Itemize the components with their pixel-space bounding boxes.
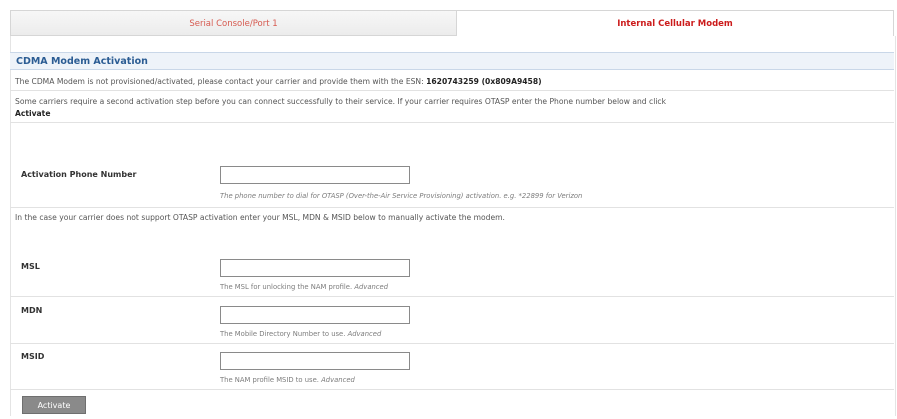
divider <box>10 389 894 390</box>
activate-button[interactable]: Activate <box>22 396 86 414</box>
manual-activation-note: In the case your carrier does not suppor… <box>15 213 505 222</box>
second-step-text: Some carriers require a second activatio… <box>15 97 666 106</box>
divider <box>10 122 894 123</box>
divider <box>10 90 894 91</box>
msl-help: The MSL for unlocking the NAM profile. A… <box>220 283 389 291</box>
activation-phone-input[interactable] <box>220 166 410 184</box>
divider <box>10 343 894 344</box>
tab-bar: Serial Console/Port 1 Internal Cellular … <box>10 10 894 36</box>
mdn-input[interactable] <box>220 306 410 324</box>
intro-message: The CDMA Modem is not provisioned/activa… <box>15 77 424 86</box>
divider <box>10 296 894 297</box>
tab-serial-console-port-1[interactable]: Serial Console/Port 1 <box>10 10 456 36</box>
msid-help: The NAM profile MSID to use. Advanced <box>220 376 355 384</box>
activate-emphasis: Activate <box>15 109 51 118</box>
section-title: CDMA Modem Activation <box>10 52 894 70</box>
content-panel <box>10 36 896 416</box>
mdn-advanced: Advanced <box>347 330 382 338</box>
msid-advanced: Advanced <box>321 376 355 384</box>
msid-input[interactable] <box>220 352 410 370</box>
activation-phone-label: Activation Phone Number <box>21 170 137 179</box>
second-step-action: Activate <box>15 109 50 118</box>
mdn-label: MDN <box>21 306 43 315</box>
msl-advanced: Advanced <box>354 283 389 291</box>
tab-internal-cellular-modem[interactable]: Internal Cellular Modem <box>456 10 894 36</box>
esn-value: 1620743259 (0x809A9458) <box>426 77 542 86</box>
msl-input[interactable] <box>220 259 410 277</box>
divider <box>10 207 894 208</box>
msid-label: MSID <box>21 352 45 361</box>
activation-phone-help: The phone number to dial for OTASP (Over… <box>220 192 583 200</box>
msl-label: MSL <box>21 262 40 271</box>
intro-text: The CDMA Modem is not provisioned/activa… <box>15 77 542 86</box>
mdn-help: The Mobile Directory Number to use. Adva… <box>220 330 382 338</box>
